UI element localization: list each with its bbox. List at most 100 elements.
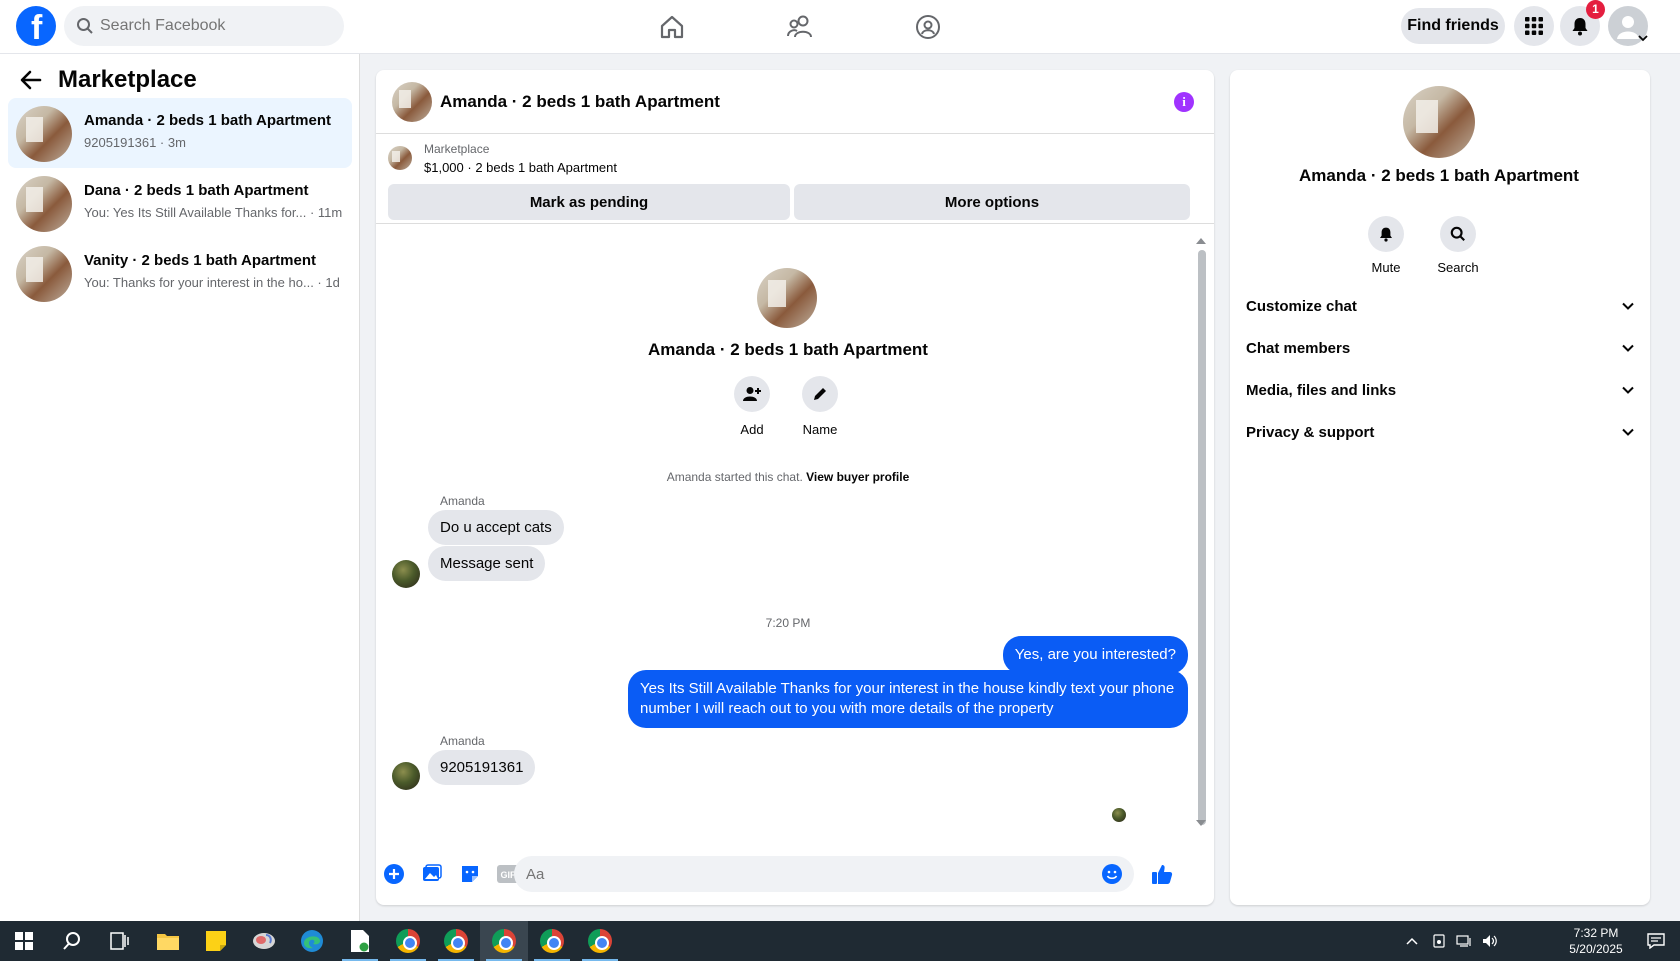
add-member-action[interactable]: Add xyxy=(722,376,782,437)
home-nav-button[interactable] xyxy=(642,8,702,46)
message-input[interactable] xyxy=(526,856,1086,892)
incoming-message[interactable]: Do u accept cats xyxy=(428,510,564,545)
add-member-button[interactable] xyxy=(734,376,770,412)
chrome-window-4[interactable] xyxy=(528,921,576,961)
privacy-support-section[interactable]: Privacy & support xyxy=(1246,412,1634,452)
media-files-links-section[interactable]: Media, files and links xyxy=(1246,370,1634,410)
attach-photo-button[interactable] xyxy=(420,862,444,886)
conversation-name: Dana · 2 beds 1 bath Apartment xyxy=(84,182,309,199)
chrome-window-2[interactable] xyxy=(432,921,480,961)
sticker-icon xyxy=(462,866,478,882)
conversation-item-dana[interactable]: Dana · 2 beds 1 bath Apartment You: Yes … xyxy=(8,168,352,238)
chrome-window-5[interactable] xyxy=(576,921,624,961)
conversation-name: Vanity · 2 beds 1 bath Apartment xyxy=(84,252,316,269)
message-input-box[interactable] xyxy=(514,856,1134,892)
app-button[interactable] xyxy=(240,921,288,961)
scroll-up-arrow[interactable] xyxy=(1196,238,1206,244)
add-label: Add xyxy=(740,422,764,437)
groups-nav-button[interactable] xyxy=(898,8,958,46)
outgoing-message[interactable]: Yes, are you interested? xyxy=(1002,636,1188,674)
search-in-conversation-button[interactable] xyxy=(1440,216,1476,252)
add-person-icon xyxy=(743,387,761,401)
system-clock[interactable]: 7:32 PM 5/20/2025 xyxy=(1560,925,1632,957)
listing-thumbnail xyxy=(16,106,72,162)
search-in-conversation-action[interactable]: Search xyxy=(1428,216,1488,275)
mute-button[interactable] xyxy=(1368,216,1404,252)
task-view-button[interactable] xyxy=(96,921,144,961)
marketplace-listing-banner: Marketplace $1,000 · 2 beds 1 bath Apart… xyxy=(376,134,1214,224)
message-composer: GIF xyxy=(376,850,1214,900)
message-scrollbar[interactable] xyxy=(1198,250,1206,825)
chrome-window-3[interactable] xyxy=(480,921,528,961)
emoji-icon[interactable] xyxy=(1102,864,1122,884)
notepad-button[interactable] xyxy=(336,921,384,961)
chat-header-title[interactable]: Amanda · 2 beds 1 bath Apartment xyxy=(440,92,720,112)
listing-thumbnail xyxy=(16,246,72,302)
edge-browser-button[interactable] xyxy=(288,921,336,961)
conversation-avatar xyxy=(1403,86,1475,158)
message-thread[interactable]: Amanda · 2 beds 1 bath Apartment Add Nam… xyxy=(376,226,1214,832)
chat-intro-avatar xyxy=(757,268,817,328)
mark-as-pending-button[interactable]: Mark as pending xyxy=(388,184,790,220)
chrome-window-1[interactable] xyxy=(384,921,432,961)
chevron-down-icon xyxy=(1622,302,1634,310)
volume-icon[interactable] xyxy=(1482,934,1498,948)
view-buyer-profile-link[interactable]: View buyer profile xyxy=(806,470,909,484)
action-center-button[interactable] xyxy=(1632,921,1680,961)
chevron-down-icon[interactable] xyxy=(1638,34,1648,42)
more-actions-button[interactable] xyxy=(382,862,406,886)
marketplace-sidebar: Marketplace Amanda · 2 beds 1 bath Apart… xyxy=(0,54,360,921)
menu-button[interactable] xyxy=(1514,6,1554,46)
search-box[interactable] xyxy=(64,6,344,46)
page-scrollbar[interactable] xyxy=(1668,54,1680,921)
name-chat-button[interactable] xyxy=(802,376,838,412)
windows-taskbar: 7:32 PM 5/20/2025 xyxy=(0,921,1680,961)
listing-price-title[interactable]: $1,000 · 2 beds 1 bath Apartment xyxy=(424,160,617,175)
mute-action[interactable]: Mute xyxy=(1356,216,1416,275)
home-icon xyxy=(660,15,684,39)
sender-avatar[interactable] xyxy=(392,762,420,790)
pencil-icon xyxy=(814,388,826,400)
conversation-item-amanda[interactable]: Amanda · 2 beds 1 bath Apartment 9205191… xyxy=(8,98,352,168)
folder-icon xyxy=(157,934,179,950)
chat-header-avatar[interactable] xyxy=(392,82,432,122)
conversation-item-vanity[interactable]: Vanity · 2 beds 1 bath Apartment You: Th… xyxy=(8,238,352,308)
customize-chat-section[interactable]: Customize chat xyxy=(1246,286,1634,326)
start-button[interactable] xyxy=(0,921,48,961)
find-friends-button[interactable]: Find friends xyxy=(1401,8,1505,44)
back-arrow-icon[interactable] xyxy=(20,70,42,90)
friends-icon xyxy=(787,15,812,38)
name-label: Name xyxy=(802,422,838,437)
more-options-button[interactable]: More options xyxy=(794,184,1190,220)
chat-started-text: Amanda started this chat. xyxy=(666,470,803,484)
system-tray xyxy=(1406,921,1498,961)
scroll-down-arrow[interactable] xyxy=(1196,820,1206,826)
network-icon[interactable] xyxy=(1456,934,1472,948)
friends-nav-button[interactable] xyxy=(770,8,830,46)
section-label: Privacy & support xyxy=(1246,423,1375,441)
incoming-message[interactable]: 9205191361 xyxy=(428,750,536,785)
sender-avatar[interactable] xyxy=(392,560,420,588)
incoming-message[interactable]: Message sent xyxy=(428,546,546,581)
chat-header: Amanda · 2 beds 1 bath Apartment i xyxy=(376,70,1214,134)
device-icon[interactable] xyxy=(1432,934,1446,948)
section-label: Media, files and links xyxy=(1246,381,1397,399)
facebook-logo[interactable]: f xyxy=(16,6,56,47)
search-input[interactable] xyxy=(100,6,330,46)
taskbar-search-button[interactable] xyxy=(48,921,96,961)
name-chat-action[interactable]: Name xyxy=(790,376,850,437)
file-explorer-button[interactable] xyxy=(144,921,192,961)
seen-indicator-avatar xyxy=(1112,808,1126,822)
search-icon xyxy=(1450,226,1465,241)
info-icon[interactable]: i xyxy=(1174,92,1194,112)
plus-circle-icon xyxy=(384,864,404,884)
sticker-button[interactable] xyxy=(458,862,482,886)
chevron-up-icon[interactable] xyxy=(1406,937,1418,945)
outgoing-message[interactable]: Yes Its Still Available Thanks for your … xyxy=(628,670,1188,728)
chat-members-section[interactable]: Chat members xyxy=(1246,328,1634,368)
chevron-down-icon xyxy=(1622,344,1634,352)
clock-date: 5/20/2025 xyxy=(1569,942,1623,956)
sticky-notes-button[interactable] xyxy=(192,921,240,961)
like-button[interactable] xyxy=(1150,862,1174,886)
top-navigation-bar: f Find friends 1 xyxy=(0,0,1680,54)
